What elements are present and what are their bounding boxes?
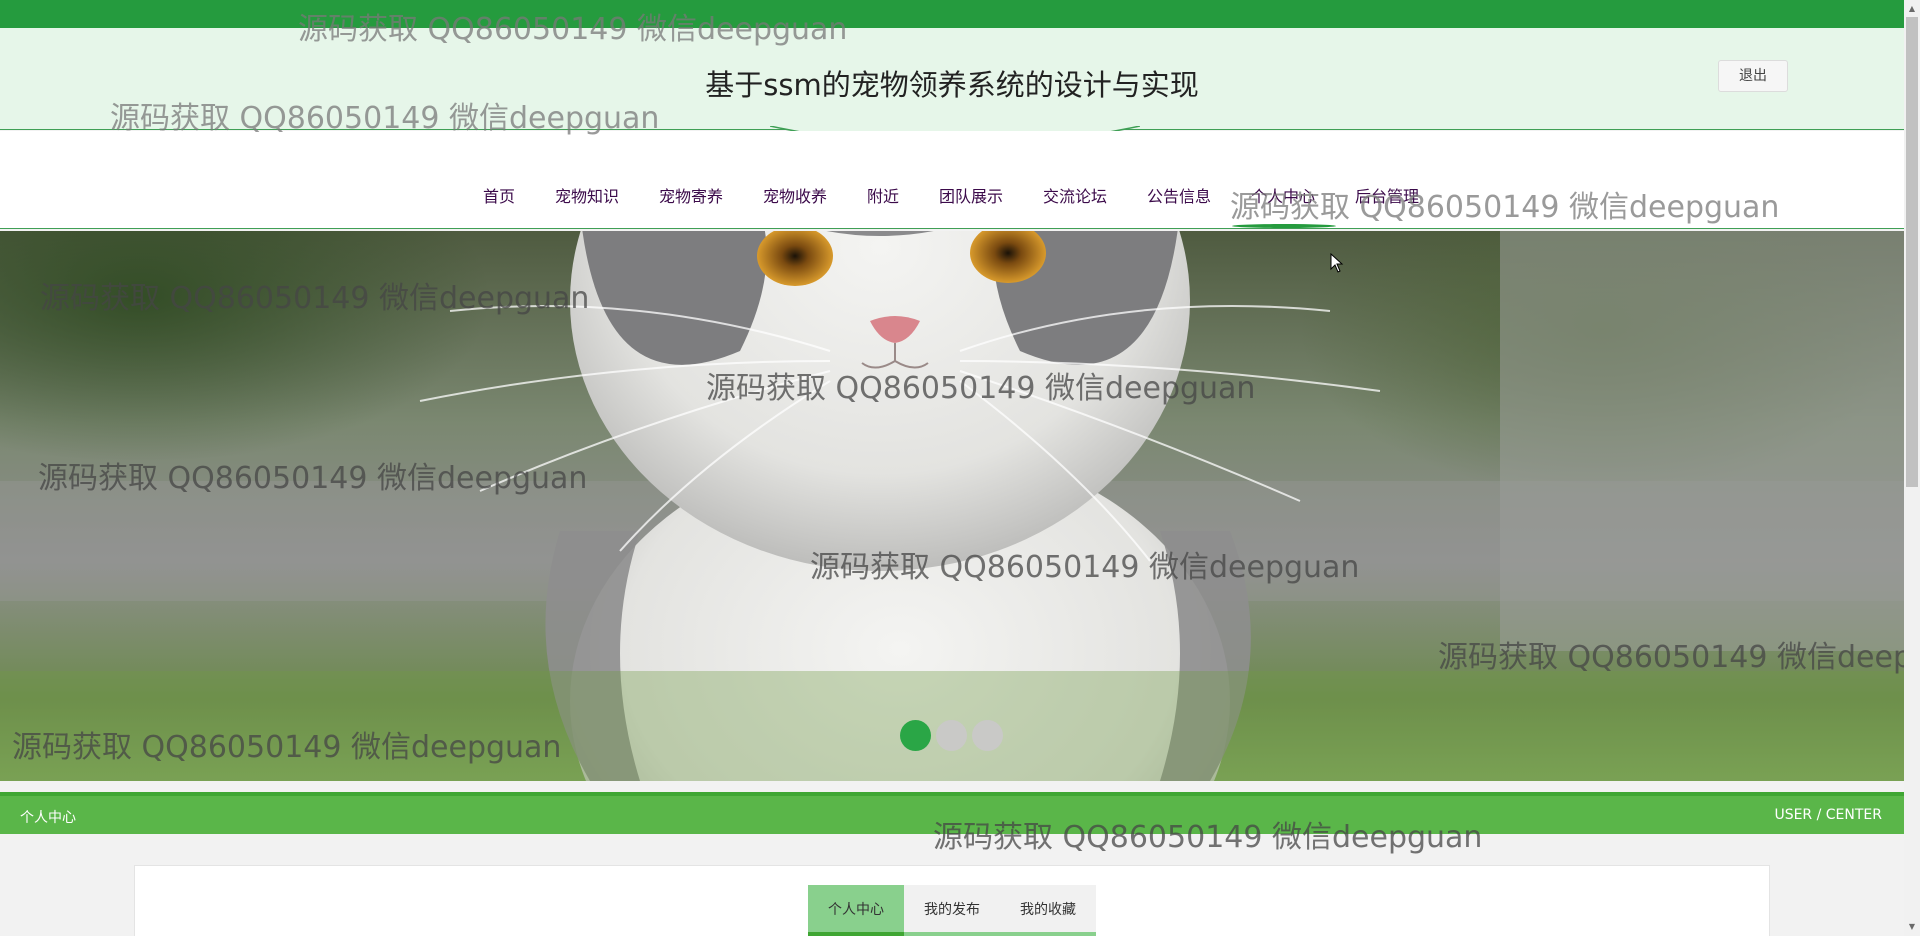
top-strip bbox=[0, 0, 1904, 28]
scrollbar-thumb[interactable] bbox=[1906, 17, 1918, 487]
site-title: 基于ssm的宠物领养系统的设计与实现 bbox=[705, 68, 1199, 102]
carousel-dot-1[interactable] bbox=[900, 720, 931, 751]
nav-active-underline bbox=[1232, 224, 1336, 228]
carousel-dot-3[interactable] bbox=[972, 720, 1003, 751]
nav-item-user-center[interactable]: 个人中心 bbox=[1251, 183, 1315, 207]
nav-item-pet-adoption[interactable]: 宠物收养 bbox=[763, 183, 827, 207]
nav-item-pet-knowledge[interactable]: 宠物知识 bbox=[555, 183, 619, 207]
tab-my-favorites[interactable]: 我的收藏 bbox=[1000, 885, 1096, 936]
scroll-up-arrow-icon[interactable]: ▲ bbox=[1906, 2, 1918, 16]
carousel-dot-2[interactable] bbox=[936, 720, 967, 751]
banner-carousel[interactable] bbox=[0, 231, 1904, 781]
nav-item-forum[interactable]: 交流论坛 bbox=[1043, 183, 1107, 207]
section-title: 个人中心 bbox=[20, 810, 76, 826]
nav-item-nearby[interactable]: 附近 bbox=[867, 183, 899, 207]
section-subtitle: USER / CENTER bbox=[1774, 807, 1882, 823]
logout-button[interactable]: 退出 bbox=[1718, 60, 1788, 92]
tab-user-center[interactable]: 个人中心 bbox=[808, 885, 904, 936]
nav-item-team[interactable]: 团队展示 bbox=[939, 183, 1003, 207]
scroll-down-arrow-icon[interactable]: ▼ bbox=[1906, 920, 1918, 934]
banner-cat-image bbox=[0, 231, 1904, 781]
nav-item-notices[interactable]: 公告信息 bbox=[1147, 183, 1211, 207]
main-nav: 首页 宠物知识 宠物寄养 宠物收养 附近 团队展示 交流论坛 公告信息 个人中心… bbox=[0, 131, 1904, 229]
nav-item-admin[interactable]: 后台管理 bbox=[1355, 183, 1419, 207]
nav-item-home[interactable]: 首页 bbox=[483, 183, 515, 207]
section-header-bar: 个人中心 USER / CENTER bbox=[0, 792, 1904, 834]
tab-my-posts[interactable]: 我的发布 bbox=[904, 885, 1000, 936]
nav-item-pet-boarding[interactable]: 宠物寄养 bbox=[659, 183, 723, 207]
mouse-cursor-icon bbox=[1330, 253, 1344, 273]
